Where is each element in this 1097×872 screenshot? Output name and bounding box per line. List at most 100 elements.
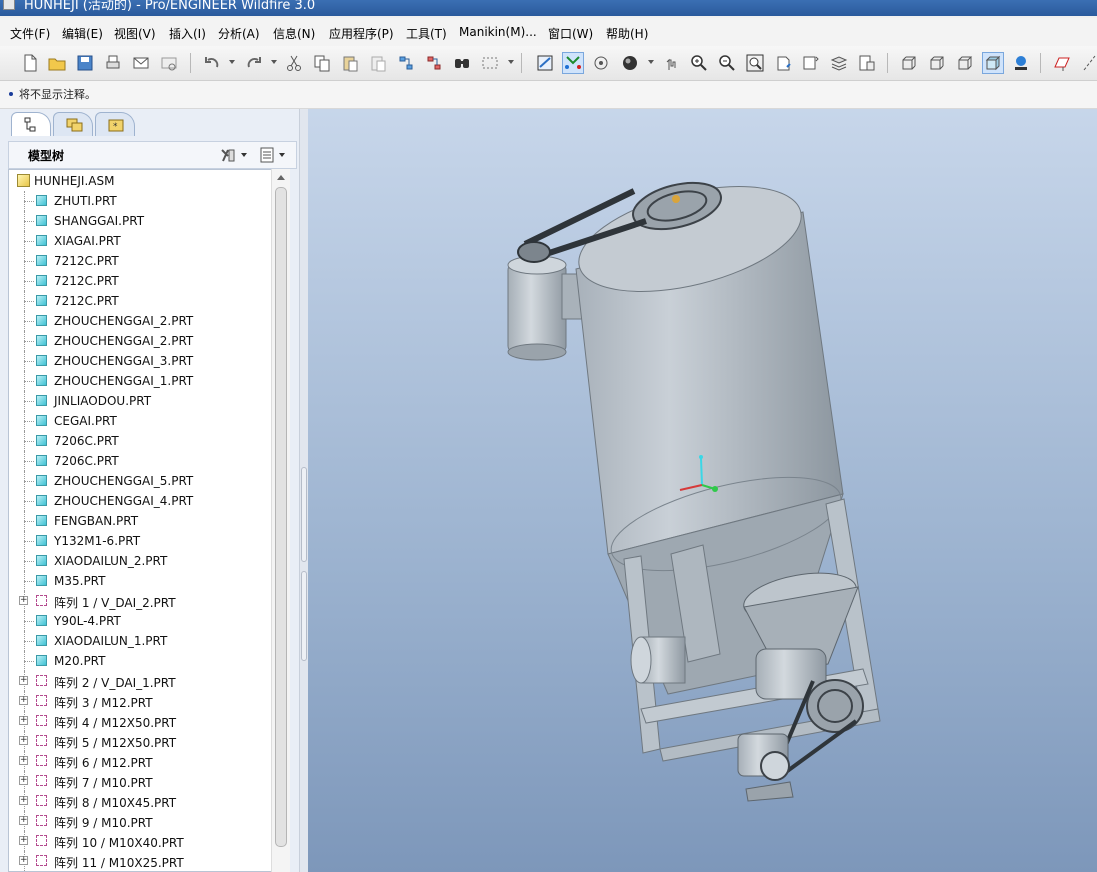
- expand-icon[interactable]: +: [19, 716, 28, 725]
- zoom-out-icon[interactable]: [716, 52, 738, 74]
- tree-item[interactable]: + 阵列 1 / V_DAI_2.PRT: [9, 591, 271, 611]
- tree-item[interactable]: XIAGAI.PRT: [9, 231, 271, 251]
- tree-item[interactable]: 7206C.PRT: [9, 431, 271, 451]
- tree-item[interactable]: + 阵列 5 / M12X50.PRT: [9, 731, 271, 751]
- tree-settings-button[interactable]: [219, 146, 247, 164]
- graphics-window[interactable]: [308, 109, 1097, 872]
- menu-item-3[interactable]: 插入(I): [169, 25, 206, 42]
- menu-item-2[interactable]: 视图(V): [114, 25, 156, 42]
- expand-icon[interactable]: +: [19, 596, 28, 605]
- tree-item[interactable]: + 阵列 10 / M10X40.PRT: [9, 831, 271, 851]
- mixer-assembly-model[interactable]: [308, 109, 1097, 872]
- panel-splitter[interactable]: [299, 109, 308, 872]
- expand-icon[interactable]: +: [19, 696, 28, 705]
- tree-root[interactable]: HUNHEJI.ASM: [9, 171, 271, 191]
- open-icon[interactable]: [46, 52, 68, 74]
- tree-item[interactable]: M35.PRT: [9, 571, 271, 591]
- tree-item[interactable]: + 阵列 6 / M12.PRT: [9, 751, 271, 771]
- tree-item[interactable]: ZHOUCHENGGAI_2.PRT: [9, 331, 271, 351]
- copy-icon[interactable]: [311, 52, 333, 74]
- layers-icon[interactable]: [828, 52, 850, 74]
- expand-icon[interactable]: +: [19, 816, 28, 825]
- new-icon[interactable]: [19, 52, 41, 74]
- tree-item[interactable]: 7212C.PRT: [9, 271, 271, 291]
- paste-icon[interactable]: [339, 52, 361, 74]
- lower-bearing-housing[interactable]: [630, 636, 686, 684]
- expand-icon[interactable]: +: [19, 756, 28, 765]
- tree-item[interactable]: + 阵列 8 / M10X45.PRT: [9, 791, 271, 811]
- send-mail-link-icon[interactable]: [158, 52, 180, 74]
- tree-item[interactable]: 7212C.PRT: [9, 291, 271, 311]
- cut-icon[interactable]: [283, 52, 305, 74]
- scroll-thumb[interactable]: [275, 187, 287, 847]
- view-manager-icon[interactable]: [856, 52, 878, 74]
- tree-item[interactable]: FENGBAN.PRT: [9, 511, 271, 531]
- regenerate-icon[interactable]: [395, 52, 417, 74]
- select-box-icon[interactable]: [479, 52, 501, 74]
- tree-item[interactable]: + 阵列 3 / M12.PRT: [9, 691, 271, 711]
- tree-item[interactable]: ZHUTI.PRT: [9, 191, 271, 211]
- splitter-grip[interactable]: [301, 467, 307, 562]
- enhanced-realism-icon[interactable]: [1010, 52, 1032, 74]
- print-icon[interactable]: [102, 52, 124, 74]
- tree-item[interactable]: ZHOUCHENGGAI_5.PRT: [9, 471, 271, 491]
- menu-item-1[interactable]: 编辑(E): [62, 25, 103, 42]
- spin-center-icon[interactable]: [660, 52, 682, 74]
- find-icon[interactable]: [451, 52, 473, 74]
- tree-item[interactable]: M20.PRT: [9, 651, 271, 671]
- tree-item[interactable]: SHANGGAI.PRT: [9, 211, 271, 231]
- tree-item[interactable]: Y90L-4.PRT: [9, 611, 271, 631]
- tree-item[interactable]: ZHOUCHENGGAI_4.PRT: [9, 491, 271, 511]
- undo-icon[interactable]: [201, 52, 223, 74]
- refit-view-icon[interactable]: [534, 52, 556, 74]
- menu-item-9[interactable]: 窗口(W): [548, 25, 593, 42]
- zoom-fit-icon[interactable]: [744, 52, 766, 74]
- expand-icon[interactable]: +: [19, 836, 28, 845]
- redo-icon[interactable]: [243, 52, 265, 74]
- tree-item[interactable]: Y132M1-6.PRT: [9, 531, 271, 551]
- expand-icon[interactable]: +: [19, 676, 28, 685]
- no-hidden-icon[interactable]: [954, 52, 976, 74]
- tree-scrollbar[interactable]: [271, 169, 290, 872]
- tree-show-button[interactable]: [259, 146, 287, 164]
- model-tree-tab[interactable]: [11, 112, 51, 136]
- save-icon[interactable]: [74, 52, 96, 74]
- tree-item[interactable]: + 阵列 9 / M10.PRT: [9, 811, 271, 831]
- tree-item[interactable]: ZHOUCHENGGAI_1.PRT: [9, 371, 271, 391]
- expand-icon[interactable]: +: [19, 776, 28, 785]
- expand-icon[interactable]: +: [19, 736, 28, 745]
- orient-icon[interactable]: [590, 52, 612, 74]
- paste-special-icon[interactable]: [367, 52, 389, 74]
- menu-item-0[interactable]: 文件(F): [10, 25, 50, 42]
- layers-tab[interactable]: [53, 112, 93, 136]
- expand-icon[interactable]: +: [19, 856, 28, 865]
- datum-axis-icon[interactable]: [1079, 52, 1097, 74]
- reorient-icon[interactable]: [772, 52, 794, 74]
- tree-item[interactable]: ZHOUCHENGGAI_3.PRT: [9, 351, 271, 371]
- tree-item[interactable]: + 阵列 11 / M10X25.PRT: [9, 851, 271, 871]
- wireframe-icon[interactable]: [898, 52, 920, 74]
- saved-views-icon[interactable]: [800, 52, 822, 74]
- menu-item-4[interactable]: 分析(A): [218, 25, 260, 42]
- menu-item-8[interactable]: Manikin(M)...: [459, 25, 537, 39]
- send-mail-icon[interactable]: [130, 52, 152, 74]
- tree-item[interactable]: ZHOUCHENGGAI_2.PRT: [9, 311, 271, 331]
- datum-plane-icon[interactable]: [1051, 52, 1073, 74]
- zoom-in-icon[interactable]: [688, 52, 710, 74]
- tree-item[interactable]: + 阵列 2 / V_DAI_1.PRT: [9, 671, 271, 691]
- menu-item-6[interactable]: 应用程序(P): [329, 25, 394, 42]
- scroll-up-icon[interactable]: [277, 175, 285, 180]
- tree-item[interactable]: JINLIAODOU.PRT: [9, 391, 271, 411]
- upper-motor[interactable]: [507, 255, 583, 361]
- menu-item-5[interactable]: 信息(N): [273, 25, 315, 42]
- hidden-line-icon[interactable]: [926, 52, 948, 74]
- regen-manager-icon[interactable]: [423, 52, 445, 74]
- datum-display-icon[interactable]: [562, 52, 584, 74]
- shading-icon[interactable]: [982, 52, 1004, 74]
- menu-item-10[interactable]: 帮助(H): [606, 25, 648, 42]
- splitter-grip[interactable]: [301, 571, 307, 661]
- menu-item-7[interactable]: 工具(T): [406, 25, 447, 42]
- appearance-icon[interactable]: [619, 52, 641, 74]
- tree-item[interactable]: XIAODAILUN_1.PRT: [9, 631, 271, 651]
- expand-icon[interactable]: +: [19, 796, 28, 805]
